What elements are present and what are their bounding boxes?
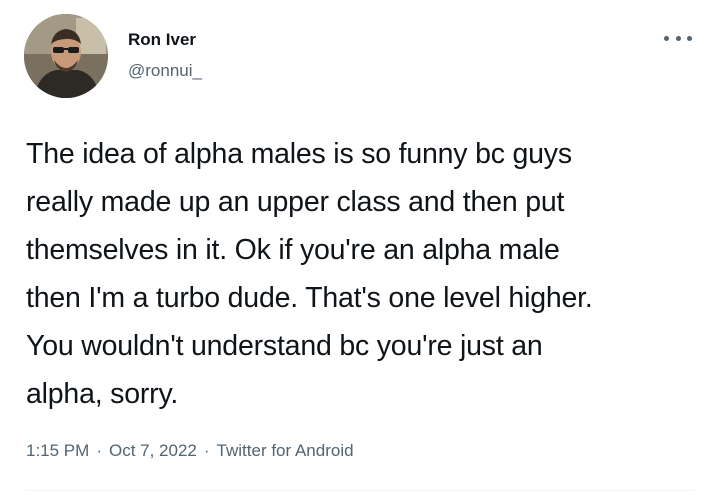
tweet-text-line: alpha, sorry. (26, 378, 179, 410)
tweet-text-line: really made up an upper class and then p… (26, 186, 565, 218)
tweet-text-line: themselves in it. Ok if you're an alpha … (26, 234, 560, 266)
tweet-metadata: 1:15 PM · Oct 7, 2022 · Twitter for Android (26, 441, 354, 461)
author-display-name[interactable]: Ron Iver (128, 30, 196, 50)
more-horizontal-icon-dot (675, 35, 681, 41)
meta-separator: · (96, 441, 102, 460)
tweet-text-line: The idea of alpha males is so funny bc g… (26, 138, 572, 170)
avatar[interactable] (24, 14, 108, 98)
more-horizontal-icon (664, 35, 669, 41)
profile-photo-icon (24, 14, 108, 98)
meta-separator: · (203, 441, 210, 460)
divider (26, 490, 694, 491)
more-horizontal-icon-dot (687, 35, 692, 41)
more-options-button[interactable] (664, 28, 692, 48)
tweet-time[interactable]: 1:15 PM (26, 441, 89, 460)
tweet-text: The idea of alpha males is so funny bc g… (26, 130, 706, 418)
tweet-card: Ron Iver @ronnui_ The idea of alpha male… (0, 0, 720, 499)
tweet-text-line: You wouldn't understand bc you're just a… (26, 330, 543, 362)
tweet-text-line: then I'm a turbo dude. That's one level … (26, 282, 593, 314)
author-handle[interactable]: @ronnui_ (128, 61, 202, 81)
tweet-source[interactable]: Twitter for Android (217, 441, 354, 460)
tweet-date[interactable]: Oct 7, 2022 (109, 441, 197, 460)
